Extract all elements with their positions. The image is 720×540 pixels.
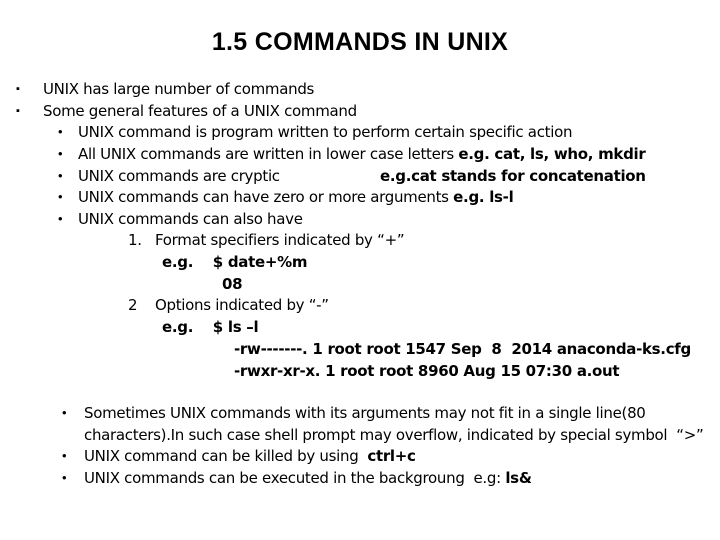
example-command: e.g. $ ls –l: [162, 318, 259, 336]
feature-example: e.g. ls-l: [453, 188, 514, 206]
square-bullet-icon: ▪: [16, 83, 20, 95]
bottom-plain: UNIX command can be killed by using: [84, 447, 368, 465]
bottom-bullet-text: UNIX command can be killed by using ctrl…: [84, 447, 416, 465]
feature-plain: UNIX command is program written to perfo…: [78, 123, 573, 141]
sub-item-text: Options indicated by “-”: [155, 296, 329, 314]
feature-example-line: e.g.cat stands for concatenation: [380, 167, 646, 185]
feature-example: e.g. cat, ls, who, mkdir: [458, 145, 646, 163]
bullet-text: Some general features of a UNIX command: [43, 102, 357, 120]
bullet-text: UNIX has large number of commands: [43, 80, 315, 98]
example-command: e.g. $ date+%m: [162, 253, 307, 271]
bottom-bullet-text: UNIX commands can be executed in the bac…: [84, 469, 532, 487]
slide-title: 1.5 COMMANDS IN UNIX: [211, 28, 509, 56]
feature-example: e.g.cat stands for concatenation: [380, 167, 646, 185]
ls-output-text: -rw-------. 1 root root 1547 Sep 8 2014 …: [234, 340, 691, 358]
example-output-text: 08: [222, 275, 243, 293]
bottom-example: ctrl+c: [367, 447, 416, 465]
ls-output-text: -rwxr-xr-x. 1 root root 8960 Aug 15 07:3…: [234, 362, 620, 380]
example-output: 08: [222, 275, 243, 293]
feature-text: UNIX commands can also have: [78, 210, 303, 228]
sub-item-text: Format specifiers indicated by “+”: [155, 231, 405, 249]
feature-text: UNIX commands can have zero or more argu…: [78, 188, 514, 206]
dot-bullet-icon: •: [58, 189, 63, 204]
feature-plain: UNIX commands can have zero or more argu…: [78, 188, 454, 206]
dot-bullet-icon: •: [58, 211, 63, 226]
dot-bullet-icon: •: [62, 448, 67, 463]
sub-item-number: 1.: [128, 231, 142, 249]
bottom-bullet-continuation: characters).In such case shell prompt ma…: [84, 426, 704, 444]
bottom-bullet-text: Sometimes UNIX commands with its argumen…: [84, 404, 646, 422]
feature-plain: All UNIX commands are written in lower c…: [78, 145, 459, 163]
feature-text: All UNIX commands are written in lower c…: [78, 145, 646, 163]
square-bullet-icon: ▪: [16, 105, 20, 117]
feature-plain: UNIX commands can also have: [78, 210, 303, 228]
feature-plain: UNIX commands are cryptic: [78, 167, 280, 185]
dot-bullet-icon: •: [58, 124, 63, 139]
dot-bullet-icon: •: [58, 168, 63, 183]
dot-bullet-icon: •: [62, 405, 67, 420]
feature-text: UNIX command is program written to perfo…: [78, 123, 572, 141]
example-command-text: e.g. $ ls –l: [162, 318, 259, 336]
feature-text: UNIX commands are cryptic: [78, 167, 280, 185]
bottom-plain: UNIX commands can be executed in the bac…: [84, 469, 506, 487]
ls-output-line: -rw-------. 1 root root 1547 Sep 8 2014 …: [234, 340, 691, 358]
dot-bullet-icon: •: [62, 470, 67, 485]
sub-item-number: 2: [128, 296, 138, 314]
bottom-example: ls&: [505, 469, 532, 487]
ls-output-line: -rwxr-xr-x. 1 root root 8960 Aug 15 07:3…: [234, 362, 620, 380]
dot-bullet-icon: •: [58, 146, 63, 161]
example-command-text: e.g. $ date+%m: [162, 253, 308, 271]
